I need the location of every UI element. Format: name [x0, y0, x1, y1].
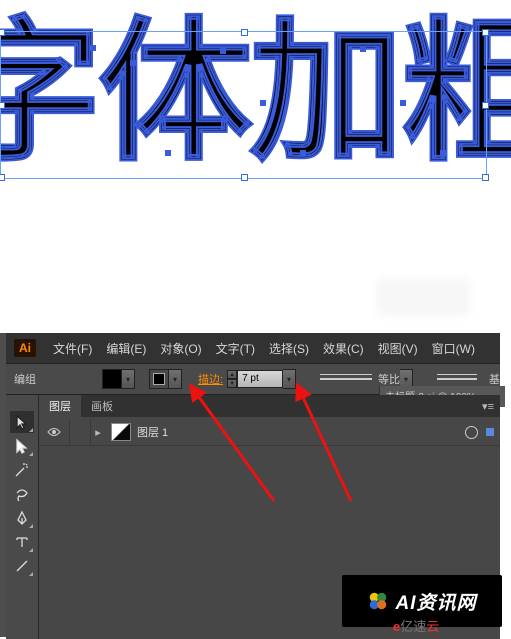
tool-flyout-icon: [29, 524, 33, 528]
width-profile-preview[interactable]: [320, 374, 372, 384]
menu-select[interactable]: 选择(S): [262, 340, 316, 357]
eye-icon: [47, 427, 61, 437]
magic-wand-tool[interactable]: [10, 459, 34, 481]
type-tool[interactable]: [10, 531, 34, 553]
menu-window[interactable]: 窗口(W): [425, 340, 482, 357]
handle-bot-left[interactable]: [0, 174, 5, 181]
app-logo-icon: Ai: [14, 339, 36, 357]
brush-preview[interactable]: [437, 374, 477, 384]
handle-bot-right[interactable]: [482, 174, 489, 181]
stroke-swatch-dropdown[interactable]: ▾: [169, 369, 182, 389]
anchor-point[interactable]: [300, 150, 306, 156]
pen-tool[interactable]: [10, 507, 34, 529]
handle-bot-mid[interactable]: [241, 174, 248, 181]
document-canvas[interactable]: 字体加粗: [0, 0, 511, 333]
anchor-point[interactable]: [360, 46, 366, 52]
handle-top-left[interactable]: [0, 29, 5, 36]
stroke-swatch[interactable]: [149, 369, 169, 389]
selection-bounding-box[interactable]: [0, 31, 487, 179]
flower-icon: [367, 590, 389, 612]
selection-tool[interactable]: [10, 411, 34, 433]
tab-layers[interactable]: 图层: [39, 395, 81, 417]
anchor-point[interactable]: [260, 100, 266, 106]
tools-panel: [6, 395, 39, 639]
stroke-weight-spinner[interactable]: ▲▼: [227, 370, 237, 388]
panel-menu-icon[interactable]: ▾≡: [482, 400, 494, 413]
tab-artboards[interactable]: 画板: [81, 395, 123, 417]
panel-tab-group: 图层 画板 ▾≡: [39, 395, 500, 417]
spin-up-icon[interactable]: ▲: [227, 370, 237, 379]
stroke-weight-field[interactable]: 7 pt: [237, 370, 283, 388]
tool-flyout-icon: [29, 548, 33, 552]
blurred-watermark: [376, 278, 471, 316]
line-segment-tool[interactable]: [10, 555, 34, 577]
spin-down-icon[interactable]: ▼: [227, 379, 237, 388]
handle-mid-right[interactable]: [482, 102, 489, 109]
menu-effect[interactable]: 效果(C): [316, 340, 371, 357]
watermark-secondary-b: 云: [426, 619, 439, 634]
anchor-point[interactable]: [400, 100, 406, 106]
menu-type[interactable]: 文字(T): [209, 340, 262, 357]
handle-top-right[interactable]: [482, 29, 489, 36]
anchor-point[interactable]: [130, 60, 136, 66]
fill-swatch[interactable]: [102, 369, 122, 389]
watermark-secondary: e亿速云: [393, 616, 439, 635]
layer-name[interactable]: 图层 1: [137, 424, 465, 440]
menu-edit[interactable]: 编辑(E): [99, 340, 153, 357]
handle-mid-left[interactable]: [0, 102, 5, 109]
menu-bar: Ai 文件(F) 编辑(E) 对象(O) 文字(T) 选择(S) 效果(C) 视…: [6, 333, 500, 363]
brush-label-truncated[interactable]: 基: [489, 371, 500, 387]
width-profile-label[interactable]: 等比: [378, 371, 400, 387]
watermark-text: AI资讯网: [395, 588, 476, 615]
stroke-weight-dropdown[interactable]: ▾: [283, 369, 296, 389]
selection-context-label: 编组: [14, 371, 52, 387]
direct-selection-tool[interactable]: [10, 435, 34, 457]
layers-list: ▸ 图层 1: [39, 417, 500, 448]
selected-object-group[interactable]: 字体加粗: [0, 0, 511, 205]
stroke-panel-link[interactable]: 描边:: [198, 371, 223, 387]
layer-thumbnail[interactable]: [111, 423, 131, 441]
tool-flyout-icon: [29, 428, 33, 432]
lasso-tool[interactable]: [10, 483, 34, 505]
expand-layer-icon[interactable]: ▸: [91, 426, 105, 439]
tool-flyout-icon: [29, 452, 33, 456]
watermark-secondary-a: 亿速: [400, 619, 426, 634]
anchor-point[interactable]: [90, 45, 96, 51]
anchor-point[interactable]: [165, 150, 171, 156]
tool-flyout-icon: [29, 572, 33, 576]
selection-indicator[interactable]: [486, 428, 494, 436]
menu-object[interactable]: 对象(O): [153, 340, 208, 357]
anchor-point[interactable]: [440, 150, 446, 156]
lock-toggle[interactable]: [70, 419, 91, 445]
visibility-toggle[interactable]: [39, 419, 70, 445]
target-icon[interactable]: [465, 426, 478, 439]
menu-file[interactable]: 文件(F): [46, 340, 99, 357]
layer-row[interactable]: ▸ 图层 1: [39, 419, 500, 446]
fill-swatch-dropdown[interactable]: ▾: [122, 369, 135, 389]
anchor-point[interactable]: [220, 48, 226, 54]
handle-top-mid[interactable]: [241, 29, 248, 36]
menu-view[interactable]: 视图(V): [371, 340, 425, 357]
